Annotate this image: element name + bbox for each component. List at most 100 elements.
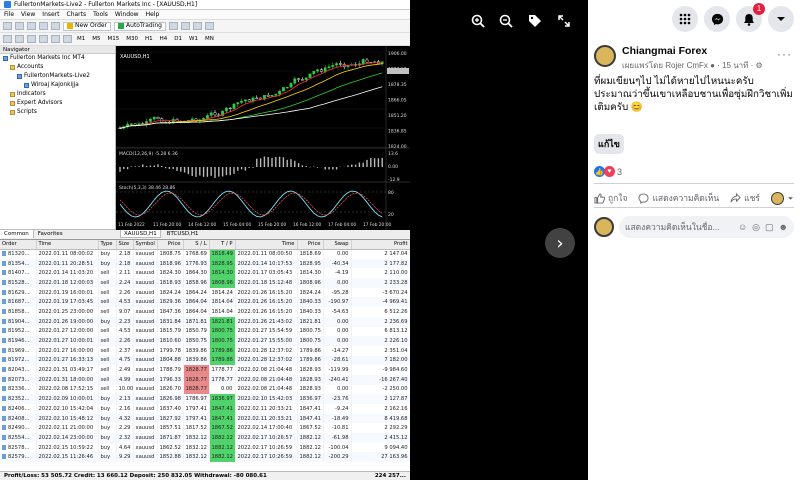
order-row[interactable]: 82336... 2022.02.08 17:52:15 sell 10.00 xauu… <box>0 384 410 395</box>
order-row[interactable]: 81629... 2022.01.19 16:00:01 sell 2.26 xauus… <box>0 287 410 298</box>
orders-column-header[interactable]: Swap <box>323 240 352 250</box>
orders-column-header[interactable]: Size <box>116 240 134 250</box>
buy-icon[interactable] <box>169 22 178 30</box>
profiles-icon[interactable] <box>15 22 24 30</box>
gif-icon[interactable]: ▢ <box>765 222 774 233</box>
share-button[interactable]: แชร์ <box>730 191 760 205</box>
fullscreen-icon[interactable] <box>553 10 575 32</box>
tile-windows-icon[interactable] <box>205 22 214 30</box>
messenger-button[interactable] <box>704 6 730 32</box>
crosshair-icon[interactable] <box>15 35 24 43</box>
menu-item-file[interactable]: File <box>4 11 14 18</box>
menu-item-charts[interactable]: Charts <box>67 11 87 18</box>
comment-button[interactable]: แสดงความคิดเห็น <box>638 191 719 205</box>
orders-column-header[interactable]: T / P <box>209 240 236 250</box>
zoom-out-chart-icon[interactable] <box>193 22 202 30</box>
order-row[interactable]: 81946... 2022.01.27 10:00:01 sell 2.26 xauus… <box>0 336 410 346</box>
navigator-item[interactable]: Wiroaj Kajonkijja <box>0 81 115 90</box>
order-row[interactable]: 82554... 2022.02.14 23:00:00 buy 2.32 xauusd… <box>0 433 410 443</box>
tag-icon[interactable] <box>524 10 546 32</box>
menu-grid-button[interactable] <box>672 6 698 32</box>
order-row[interactable]: 82490... 2022.02.11 21:00:00 buy 2.29 xauusd… <box>0 423 410 434</box>
zoom-in-icon[interactable] <box>467 10 489 32</box>
order-row[interactable]: 81858... 2022.01.25 23:00:00 sell 9.07 xauus… <box>0 307 410 317</box>
order-row[interactable]: 81904... 2022.01.26 19:00:00 buy 2.23 xauusd… <box>0 316 410 327</box>
order-row[interactable]: 81528... 2022.01.18 12:00:03 sell 2.24 xauus… <box>0 278 410 288</box>
new-chart-icon[interactable] <box>3 22 12 30</box>
navigator-tab-favorites[interactable]: Favorites <box>34 230 67 238</box>
notifications-button[interactable]: 1 <box>736 3 765 32</box>
order-row[interactable]: 81407... 2022.01.14 11:03:20 sell 2.11 xauus… <box>0 268 410 279</box>
timeframe-h4[interactable]: H4 <box>158 36 170 42</box>
terminal-icon[interactable] <box>51 22 60 30</box>
menu-item-help[interactable]: Help <box>146 11 160 18</box>
order-row[interactable]: 82579... 2022.02.15 11:26:46 buy 9.29 xauusd… <box>0 452 410 463</box>
order-row[interactable]: 81354... 2022.01.11 20:28:51 buy 2.18 xauusd… <box>0 258 410 269</box>
order-row[interactable]: 82073... 2022.01.31 18:00:00 sell 4.99 xauus… <box>0 374 410 385</box>
new-order-button[interactable]: New Order <box>63 21 112 31</box>
orders-column-header[interactable]: Price <box>297 240 324 250</box>
navigator-item[interactable]: Indicators <box>0 90 115 99</box>
timeframe-m30[interactable]: M30 <box>124 36 140 42</box>
emoji-icon[interactable]: ☺ <box>738 222 747 233</box>
more-options-icon[interactable]: ··· <box>777 47 792 61</box>
edit-button[interactable]: แก้ไข <box>594 134 624 154</box>
orders-column-header[interactable]: Symbol <box>133 240 158 250</box>
orders-column-header[interactable]: Type <box>98 240 117 250</box>
orders-column-header[interactable]: Order <box>0 240 37 250</box>
market-watch-icon[interactable] <box>27 22 36 30</box>
orders-column-header[interactable]: Time <box>235 240 298 250</box>
page-name[interactable]: Chiangmai Forex <box>622 45 763 57</box>
timeframe-d1[interactable]: D1 <box>172 36 184 42</box>
vertical-line-icon[interactable] <box>27 35 36 43</box>
timeframe-m15[interactable]: M15 <box>106 36 122 42</box>
navigator-tab-common[interactable]: Common <box>0 230 34 238</box>
navigator-item[interactable]: Expert Advisors <box>0 99 115 108</box>
order-row[interactable]: 82406... 2022.02.10 15:42:04 buy 2.16 xauusd… <box>0 404 410 414</box>
order-row[interactable]: 81969... 2022.01.27 16:00:00 sell 2.37 xauus… <box>0 345 410 356</box>
chart-tab[interactable]: BTCUSD,H1 <box>167 230 199 238</box>
zoom-out-icon[interactable] <box>495 10 517 32</box>
menu-item-window[interactable]: Window <box>115 11 139 18</box>
account-menu-button[interactable] <box>768 6 794 32</box>
order-row[interactable]: 81972... 2022.01.27 16:33:13 sell 4.75 xauus… <box>0 355 410 366</box>
text-icon[interactable] <box>63 35 72 43</box>
trendline-icon[interactable] <box>51 35 60 43</box>
order-row[interactable]: 82043... 2022.01.31 03:49:17 sell 2.49 xauus… <box>0 365 410 375</box>
timeframe-m5[interactable]: M5 <box>90 36 102 42</box>
menu-item-tools[interactable]: Tools <box>93 11 108 18</box>
sticker-icon[interactable]: ☻ <box>779 222 788 233</box>
orders-column-header[interactable]: Time <box>36 240 99 250</box>
next-photo-button[interactable]: › <box>545 228 575 258</box>
zoom-in-chart-icon[interactable] <box>181 22 190 30</box>
order-row[interactable]: 82408... 2022.02.10 15:48:12 buy 4.32 xauusd… <box>0 413 410 424</box>
timeframe-m1[interactable]: M1 <box>75 36 87 42</box>
timeframe-w1[interactable]: W1 <box>187 36 200 42</box>
timeframe-mn[interactable]: MN <box>203 36 216 42</box>
navigator-icon[interactable] <box>39 22 48 30</box>
order-row[interactable]: 81687... 2022.01.19 17:03:45 sell 4.53 xauus… <box>0 297 410 308</box>
horizontal-line-icon[interactable] <box>39 35 48 43</box>
comment-input[interactable]: แสดงความคิดเห็นในชื่อ... ☺ ◎ ▢ ☻ <box>619 216 794 238</box>
chart-tab[interactable]: XAUUSD,H1 <box>120 230 161 238</box>
navigator-item[interactable]: Fullerton Markets Inc MT4 <box>0 54 115 63</box>
order-row[interactable]: 81320... 2022.01.11 08:00:02 buy 2.18 xauusd… <box>0 249 410 259</box>
orders-column-header[interactable]: S / L <box>183 240 210 250</box>
order-row[interactable]: 82578... 2022.02.15 10:59:22 buy 4.64 xauusd… <box>0 442 410 453</box>
order-row[interactable]: 82352... 2022.02.09 10:00:01 buy 2.13 xauusd… <box>0 394 410 404</box>
reaction-picker-button[interactable] <box>770 191 794 205</box>
price-chart[interactable]: 1906.001890.621878.351866.051851.201836.… <box>116 46 410 238</box>
camera-icon[interactable]: ◎ <box>752 222 760 233</box>
navigator-item[interactable]: Accounts <box>0 63 115 72</box>
autotrading-button[interactable]: AutoTrading <box>114 21 166 31</box>
orders-column-header[interactable]: Price <box>157 240 184 250</box>
like-button[interactable]: ถูกใจ <box>594 191 627 205</box>
cursor-icon[interactable] <box>3 35 12 43</box>
navigator-item[interactable]: Scripts <box>0 108 115 117</box>
menu-item-insert[interactable]: Insert <box>42 11 59 18</box>
navigator-item[interactable]: FullertonMarkets-Live2 <box>0 72 115 81</box>
page-avatar[interactable] <box>594 45 616 67</box>
timeframe-h1[interactable]: H1 <box>143 36 155 42</box>
order-row[interactable]: 81952... 2022.01.27 12:00:00 sell 4.53 xauus… <box>0 326 410 337</box>
orders-column-header[interactable]: Profit <box>351 240 410 250</box>
